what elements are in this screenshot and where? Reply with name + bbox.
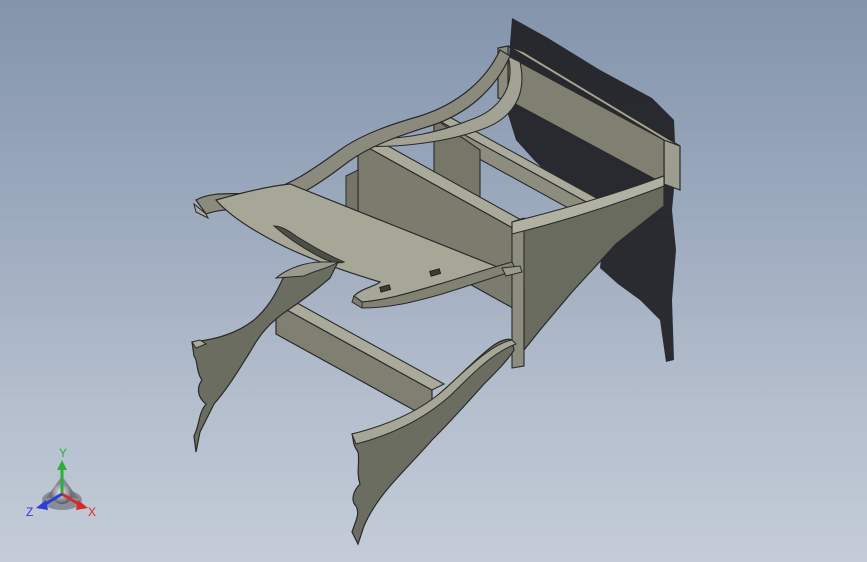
graphics-viewport[interactable]: Y X Z	[0, 0, 867, 562]
lower-left-side-panel[interactable]	[191, 261, 340, 453]
y-axis-label: Y	[59, 446, 67, 460]
z-axis-arrow-icon	[36, 500, 48, 510]
x-axis-arrow-icon	[76, 500, 88, 510]
y-axis-arrow-icon	[57, 460, 67, 470]
coordinate-triad-icon[interactable]: Y X Z	[22, 446, 106, 526]
z-axis-label: Z	[26, 505, 33, 519]
x-axis-label: X	[88, 505, 96, 519]
lower-slat[interactable]	[274, 297, 446, 422]
cad-model-view[interactable]	[0, 0, 867, 562]
